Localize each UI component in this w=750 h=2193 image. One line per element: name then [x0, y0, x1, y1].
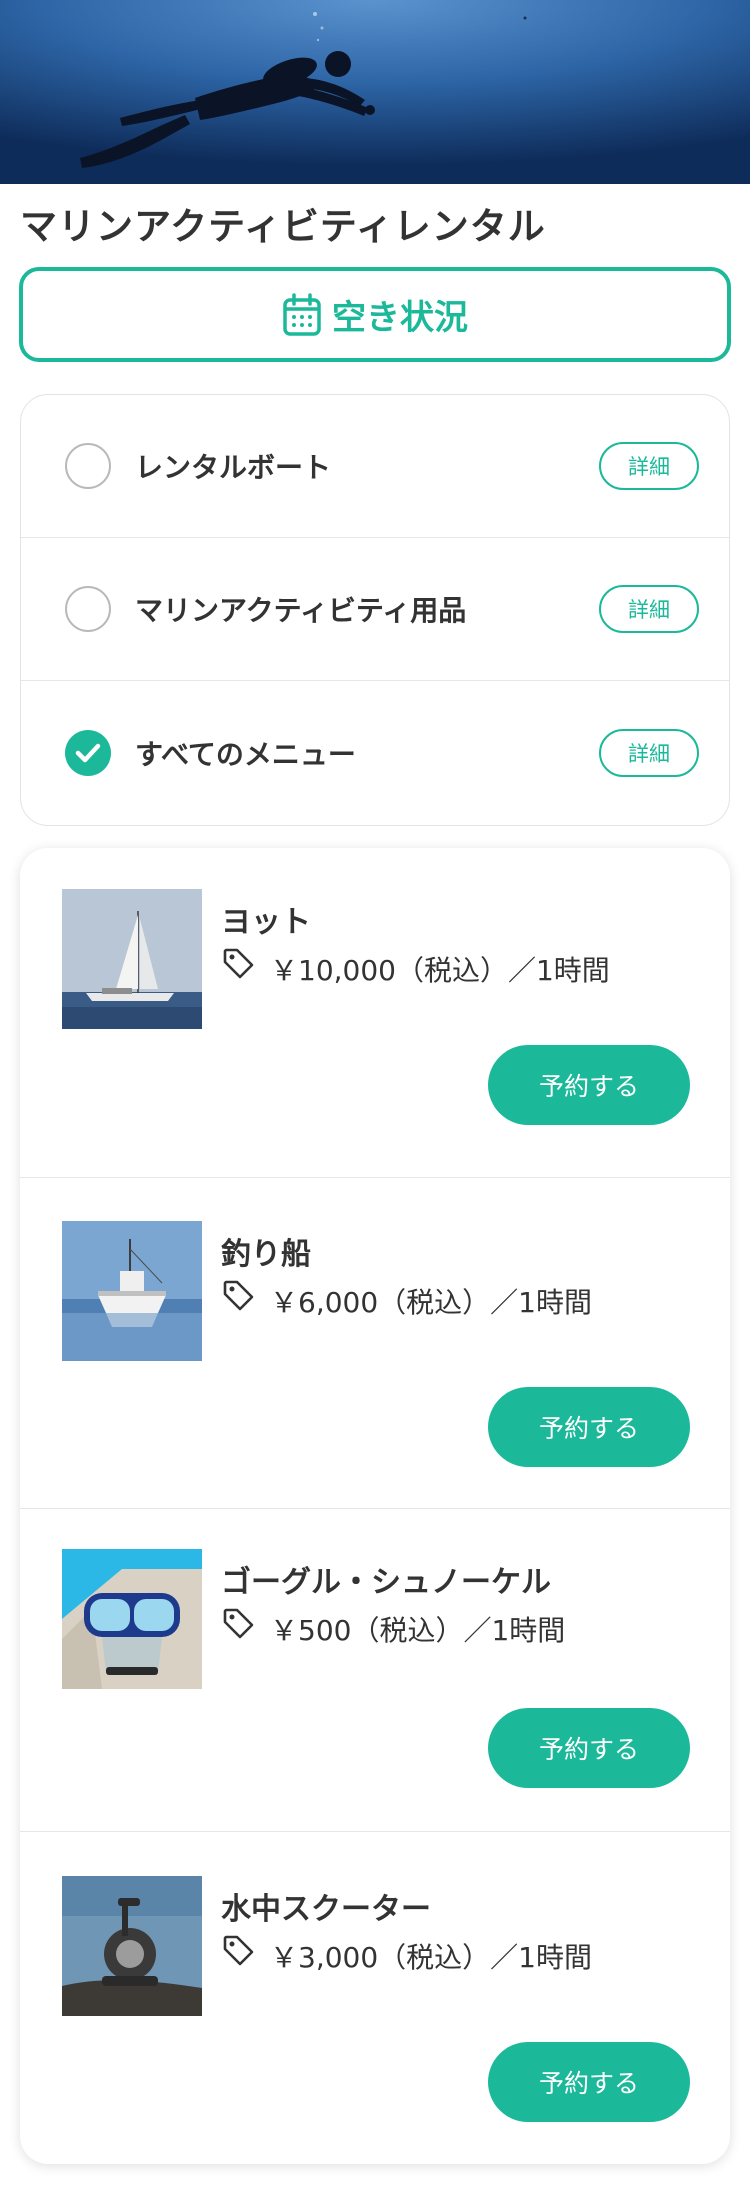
radio-button-checked[interactable]: [65, 730, 111, 776]
product-name: 水中スクーター: [221, 1892, 431, 1927]
sailing-yacht-image: [62, 889, 202, 1029]
detail-button[interactable]: 詳細: [599, 585, 699, 633]
reserve-button[interactable]: 予約する: [488, 1045, 690, 1125]
category-filter: レンタルボート 詳細 マリンアクティビティ用品 詳細 すべてのメニュー 詳細: [20, 394, 730, 826]
hero-image: [0, 0, 750, 184]
price-tag-icon: [223, 1935, 254, 1966]
product-price: ￥6,000（税込）／1時間: [270, 1286, 592, 1319]
filter-label: すべてのメニュー: [135, 738, 356, 771]
product-item: ヨット ￥10,000（税込）／1時間 予約する: [20, 848, 730, 1178]
snorkel-goggles-image: [62, 1549, 202, 1689]
filter-all-menu[interactable]: すべてのメニュー 詳細: [21, 681, 729, 825]
product-list: ヨット ￥10,000（税込）／1時間 予約する 釣り船 ￥6,000（税込）／…: [20, 848, 730, 2164]
product-name: ゴーグル・シュノーケル: [221, 1565, 551, 1600]
reserve-button[interactable]: 予約する: [488, 1387, 690, 1467]
product-item: ゴーグル・シュノーケル ￥500（税込）／1時間 予約する: [20, 1509, 730, 1832]
page-title: マリンアクティビティレンタル: [20, 205, 546, 248]
fishing-boat-image: [62, 1221, 202, 1361]
reserve-button[interactable]: 予約する: [488, 2042, 690, 2122]
detail-button[interactable]: 詳細: [599, 729, 699, 777]
price-tag-icon: [223, 1280, 254, 1311]
underwater-scooter-image: [62, 1876, 202, 2016]
check-icon: [75, 743, 101, 763]
reserve-button[interactable]: 予約する: [488, 1708, 690, 1788]
radio-button[interactable]: [65, 443, 111, 489]
filter-label: レンタルボート: [135, 451, 332, 484]
detail-button[interactable]: 詳細: [599, 442, 699, 490]
product-name: 釣り船: [221, 1237, 311, 1272]
filter-label: マリンアクティビティ用品: [135, 594, 467, 627]
price-tag-icon: [223, 948, 254, 979]
product-item: 水中スクーター ￥3,000（税込）／1時間 予約する: [20, 1832, 730, 2164]
filter-rental-boat[interactable]: レンタルボート 詳細: [21, 395, 729, 538]
price-tag-icon: [223, 1608, 254, 1639]
availability-button[interactable]: 空き状況: [19, 267, 731, 362]
product-name: ヨット: [221, 905, 311, 940]
product-price: ￥10,000（税込）／1時間: [270, 954, 610, 987]
product-price: ￥500（税込）／1時間: [270, 1614, 566, 1647]
product-item: 釣り船 ￥6,000（税込）／1時間 予約する: [20, 1178, 730, 1509]
availability-label: 空き状況: [332, 298, 468, 338]
radio-button[interactable]: [65, 586, 111, 632]
filter-marine-goods[interactable]: マリンアクティビティ用品 詳細: [21, 538, 729, 681]
calendar-icon: [282, 292, 322, 337]
product-price: ￥3,000（税込）／1時間: [270, 1941, 592, 1974]
